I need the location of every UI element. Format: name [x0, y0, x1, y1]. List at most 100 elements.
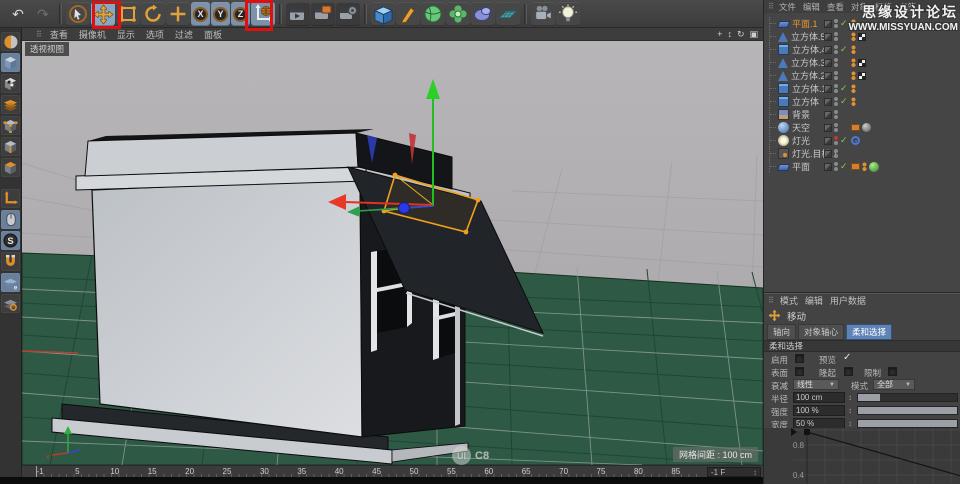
- tag-box-orange-icon[interactable]: [851, 163, 860, 170]
- visibility-dots[interactable]: [834, 58, 838, 67]
- menu-item[interactable]: 面板: [204, 28, 222, 41]
- light-icon[interactable]: [556, 2, 580, 26]
- strength-stepper-icon[interactable]: ↕: [848, 406, 852, 415]
- model-mode-icon[interactable]: [1, 53, 20, 72]
- object-row[interactable]: 立方体.1 ✓: [764, 82, 960, 95]
- tag-dots-orange-icon[interactable]: [851, 45, 856, 54]
- curve-knot[interactable]: [804, 429, 810, 435]
- spline-pen-icon[interactable]: [396, 2, 420, 26]
- panel-grip-icon[interactable]: ⠿: [768, 2, 774, 11]
- visibility-dots[interactable]: [834, 97, 838, 106]
- layer-toggle-icon[interactable]: [824, 111, 832, 119]
- visibility-dots[interactable]: [834, 136, 838, 145]
- enable-checkbox[interactable]: [795, 354, 804, 363]
- layer-toggle-icon[interactable]: [824, 124, 832, 132]
- enabled-check-icon[interactable]: ✓: [840, 161, 849, 172]
- enable-axis-icon[interactable]: [1, 189, 20, 208]
- object-row[interactable]: 立方体.3 ✓: [764, 56, 960, 69]
- object-row[interactable]: 立方体.2 ✓: [764, 69, 960, 82]
- strength-field[interactable]: 100 %: [793, 405, 845, 416]
- redo-icon[interactable]: ↷: [31, 2, 55, 26]
- polygons-mode-icon[interactable]: [1, 158, 20, 177]
- panel-grip-icon[interactable]: ⠿: [36, 30, 42, 39]
- enabled-check-icon[interactable]: ✓: [840, 96, 849, 107]
- visibility-dots[interactable]: [834, 123, 838, 132]
- enabled-check-icon[interactable]: ✓: [840, 135, 849, 146]
- visibility-dots[interactable]: [834, 110, 838, 119]
- layer-toggle-icon[interactable]: [824, 163, 832, 171]
- magnet-snap-icon[interactable]: [1, 252, 20, 271]
- object-row[interactable]: 背景 ✓: [764, 108, 960, 121]
- object-row[interactable]: 立方体.4 ✓: [764, 43, 960, 56]
- layer-toggle-icon[interactable]: [824, 59, 832, 67]
- layer-toggle-icon[interactable]: [824, 137, 832, 145]
- gizmo-center-handle[interactable]: [399, 203, 410, 214]
- visibility-dots[interactable]: [834, 32, 838, 41]
- radius-slider[interactable]: [857, 393, 958, 402]
- deformer-icon[interactable]: [446, 2, 470, 26]
- tag-checker-icon[interactable]: [858, 33, 866, 41]
- rotate-tool-icon[interactable]: [141, 2, 165, 26]
- tab-axis[interactable]: 轴向: [767, 324, 796, 340]
- render-view-icon[interactable]: [286, 2, 310, 26]
- enabled-check-icon[interactable]: ✓: [840, 83, 849, 94]
- tag-dots-orange-icon[interactable]: [862, 162, 867, 171]
- section-header[interactable]: 柔和选择: [764, 340, 960, 352]
- tab-object-axis[interactable]: 对象轴心: [798, 324, 844, 340]
- points-mode-icon[interactable]: [1, 116, 20, 135]
- preview-checkbox[interactable]: ✓: [843, 354, 852, 363]
- layer-toggle-icon[interactable]: [824, 85, 832, 93]
- menu-item[interactable]: 过滤: [175, 28, 193, 41]
- layer-toggle-icon[interactable]: [824, 98, 832, 106]
- tag-box-orange-icon[interactable]: [851, 124, 860, 131]
- tag-dots-orange-icon[interactable]: [851, 19, 856, 28]
- falloff-curve-editor[interactable]: 0.8 0.4: [764, 428, 960, 484]
- width-stepper-icon[interactable]: ↕: [848, 419, 852, 428]
- render-settings-icon[interactable]: [336, 2, 360, 26]
- visibility-dots[interactable]: [834, 19, 838, 28]
- surface-checkbox[interactable]: [795, 367, 804, 376]
- visibility-dots[interactable]: [834, 149, 838, 158]
- tag-checker-icon[interactable]: [858, 72, 866, 80]
- timeline-ruler[interactable]: -151015202530354045505560657075808590 -1…: [22, 465, 763, 477]
- menu-item[interactable]: 摄像机: [79, 28, 106, 41]
- tag-sphere-green-icon[interactable]: [869, 162, 879, 172]
- live-selection-icon[interactable]: [66, 2, 90, 26]
- panel-grip-icon[interactable]: ⠿: [768, 296, 774, 305]
- tweak-mode-icon[interactable]: [1, 210, 20, 229]
- last-used-tool-icon[interactable]: [166, 2, 190, 26]
- bulge-checkbox[interactable]: [844, 367, 853, 376]
- menu-item[interactable]: 选项: [146, 28, 164, 41]
- object-row[interactable]: 灯光 ✓: [764, 134, 960, 147]
- enabled-check-icon[interactable]: ✓: [840, 18, 849, 29]
- menu-item[interactable]: 查看: [50, 28, 68, 41]
- current-frame-field[interactable]: -1 F ↕: [707, 467, 761, 477]
- object-row[interactable]: 立方体 ✓: [764, 95, 960, 108]
- enabled-check-icon[interactable]: ✓: [840, 44, 849, 55]
- undo-icon[interactable]: ↶: [6, 2, 30, 26]
- cube-primitive-icon[interactable]: [371, 2, 395, 26]
- tag-checker-icon[interactable]: [858, 59, 866, 67]
- frame-stepper-icon[interactable]: ↕: [753, 468, 757, 477]
- menu-item[interactable]: 书签: [899, 1, 916, 13]
- axis-lock-y-button[interactable]: Y: [211, 2, 230, 26]
- radius-field[interactable]: 100 cm: [793, 392, 845, 403]
- layer-toggle-icon[interactable]: [824, 20, 832, 28]
- strength-slider[interactable]: [857, 406, 958, 415]
- visibility-dots[interactable]: [834, 162, 838, 171]
- mode-dropdown[interactable]: 全部▼: [873, 379, 915, 390]
- tag-target-icon[interactable]: [851, 136, 860, 145]
- object-row[interactable]: 灯光.目标.1 ✓: [764, 147, 960, 160]
- menu-item[interactable]: 用户数据: [830, 294, 866, 307]
- menu-item[interactable]: 文件: [779, 1, 796, 13]
- tag-dots-orange-icon[interactable]: [851, 71, 856, 80]
- view-label[interactable]: 透视视图: [25, 42, 69, 56]
- menu-item[interactable]: 标签: [875, 1, 892, 13]
- toggle-view-icon[interactable]: ▣: [749, 29, 758, 40]
- edges-mode-icon[interactable]: [1, 137, 20, 156]
- menu-item[interactable]: 查看: [827, 1, 844, 13]
- tag-dots-orange-icon[interactable]: [851, 84, 856, 93]
- layer-toggle-icon[interactable]: [824, 33, 832, 41]
- menu-item[interactable]: 显示: [117, 28, 135, 41]
- render-picture-viewer-icon[interactable]: [311, 2, 335, 26]
